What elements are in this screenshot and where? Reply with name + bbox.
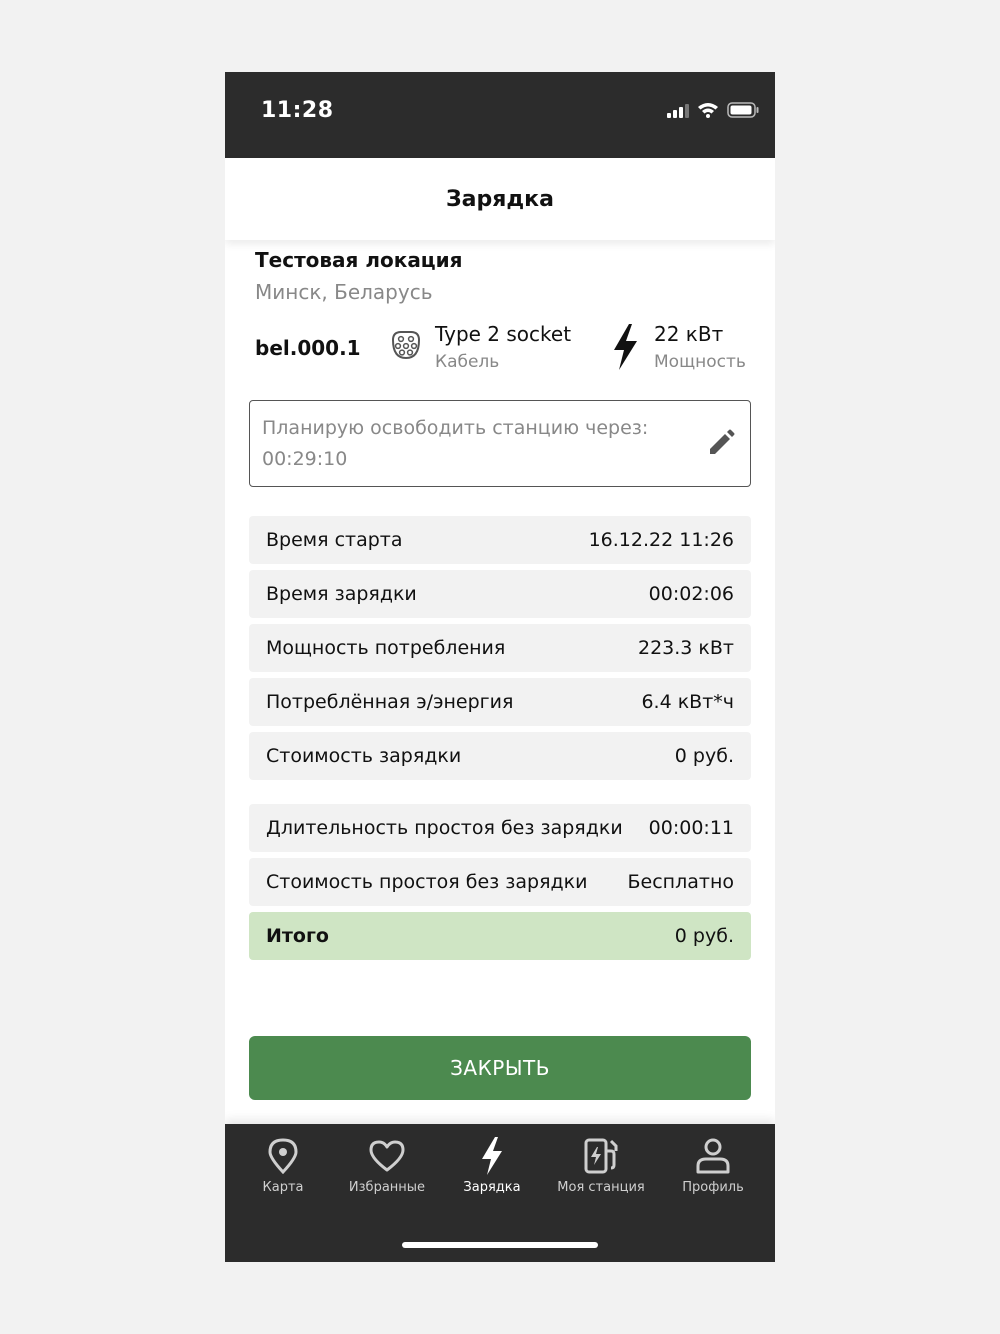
row-label: Потреблённая э/энергия <box>266 691 514 713</box>
tab-my-station[interactable]: Моя станция <box>546 1136 656 1195</box>
row-label: Время старта <box>266 529 403 551</box>
home-indicator[interactable] <box>402 1242 598 1248</box>
release-time-text: Планирую освободить станцию через: 00:29… <box>262 413 692 475</box>
row-start-time: Время старта 16.12.22 11:26 <box>249 516 751 564</box>
bolt-icon <box>437 1136 547 1176</box>
row-charging-cost: Стоимость зарядки 0 руб. <box>249 732 751 780</box>
tab-label: Профиль <box>682 1180 744 1195</box>
wifi-icon <box>697 102 719 122</box>
tab-label: Карта <box>262 1180 304 1195</box>
row-idle-duration: Длительность простоя без зарядки 00:00:1… <box>249 804 751 852</box>
row-label: Длительность простоя без зарядки <box>266 817 623 839</box>
phone-screen: 11:28 Зарядка Тестовая локация Минск, Бе… <box>225 72 775 1262</box>
total-value: 0 руб. <box>674 925 734 947</box>
row-label: Стоимость зарядки <box>266 745 462 767</box>
status-time: 11:28 <box>261 98 334 123</box>
row-idle-cost: Стоимость простоя без зарядки Бесплатно <box>249 858 751 906</box>
charging-station-icon <box>546 1136 656 1176</box>
row-label: Мощность потребления <box>266 637 506 659</box>
row-value: 00:02:06 <box>648 583 734 605</box>
tab-favorites[interactable]: Избранные <box>332 1136 442 1195</box>
power-label: Мощность <box>654 352 746 372</box>
pencil-edit-icon[interactable] <box>706 428 736 462</box>
location-city: Минск, Беларусь <box>255 280 433 304</box>
row-value: 00:00:11 <box>648 817 734 839</box>
tab-map[interactable]: Карта <box>228 1136 338 1195</box>
row-value: 16.12.22 11:26 <box>588 529 734 551</box>
status-bar: 11:28 <box>225 72 775 158</box>
screen-header: Зарядка <box>225 158 775 240</box>
page-title: Зарядка <box>446 186 554 212</box>
row-power-consumption: Мощность потребления 223.3 кВт <box>249 624 751 672</box>
type2-connector-icon <box>389 328 423 366</box>
connector-name: Type 2 socket <box>435 322 572 346</box>
row-total: Итого 0 руб. <box>249 912 751 960</box>
signal-icon <box>667 103 689 122</box>
tab-label: Зарядка <box>463 1180 521 1195</box>
heart-icon <box>332 1136 442 1176</box>
close-button[interactable]: ЗАКРЫТЬ <box>249 1036 751 1100</box>
tab-label: Избранные <box>348 1180 426 1195</box>
connector-type: Кабель <box>435 352 500 372</box>
row-value: 223.3 кВт <box>637 637 734 659</box>
row-value: 0 руб. <box>674 745 734 767</box>
row-value: Бесплатно <box>627 871 735 893</box>
row-charging-time: Время зарядки 00:02:06 <box>249 570 751 618</box>
map-pin-icon <box>228 1136 338 1176</box>
row-value: 6.4 кВт*ч <box>641 691 734 713</box>
location-name: Тестовая локация <box>255 248 463 272</box>
tab-label: Моя станция <box>557 1180 645 1195</box>
row-label: Стоимость простоя без зарядки <box>266 871 588 893</box>
release-time-field[interactable]: Планирую освободить станцию через: 00:29… <box>249 400 751 487</box>
power-value: 22 кВт <box>654 322 724 346</box>
power-bolt-icon <box>611 324 639 374</box>
tab-profile[interactable]: Профиль <box>658 1136 768 1195</box>
station-id: bel.000.1 <box>255 336 361 360</box>
tab-charging[interactable]: Зарядка <box>437 1136 547 1195</box>
row-energy-consumed: Потреблённая э/энергия 6.4 кВт*ч <box>249 678 751 726</box>
user-icon <box>658 1136 768 1176</box>
total-label: Итого <box>266 925 329 947</box>
battery-icon <box>727 102 759 122</box>
status-icons <box>667 102 759 122</box>
release-time: 00:29:10 <box>262 448 348 470</box>
row-label: Время зарядки <box>266 583 417 605</box>
release-label: Планирую освободить станцию через: <box>262 417 649 439</box>
